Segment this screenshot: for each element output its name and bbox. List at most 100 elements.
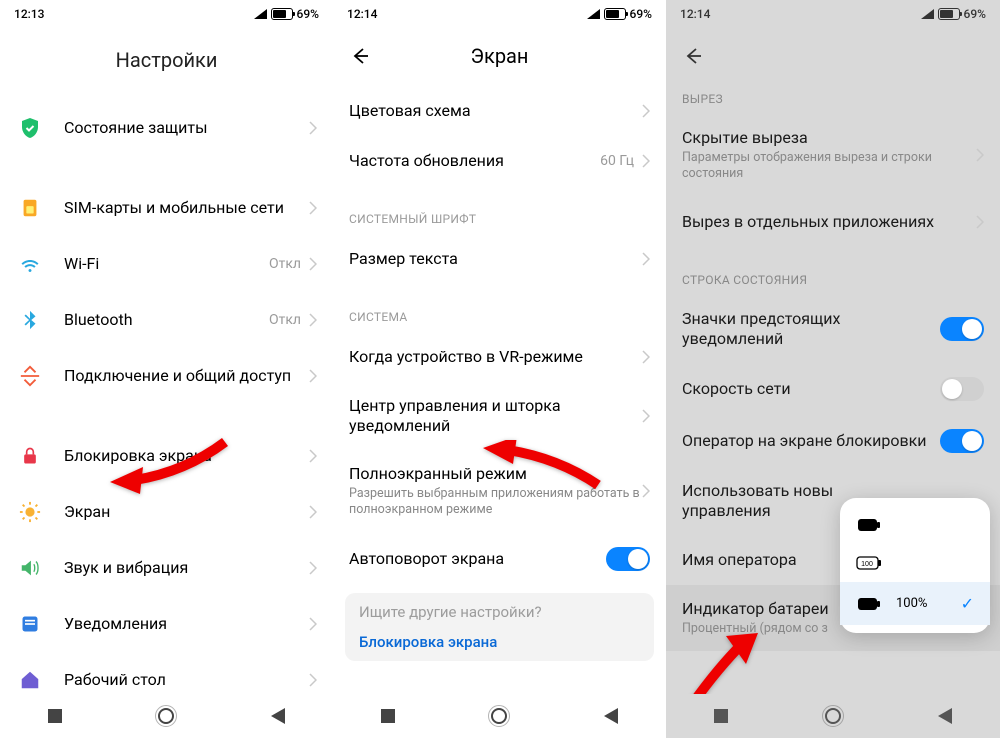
lock-icon bbox=[16, 442, 44, 470]
chevron-icon bbox=[309, 617, 317, 631]
battery-percent: 69% bbox=[297, 7, 319, 21]
battery-solid-icon bbox=[856, 518, 882, 532]
search-other-settings[interactable]: Ищите другие настройки? Блокировка экран… bbox=[345, 593, 654, 661]
page-title: Настройки bbox=[0, 28, 333, 100]
nav-back-icon[interactable] bbox=[271, 708, 285, 724]
nav-home-icon[interactable] bbox=[825, 708, 841, 724]
row-display[interactable]: Экран bbox=[0, 484, 333, 540]
nav-bar bbox=[666, 694, 1000, 738]
chevron-icon bbox=[642, 154, 650, 168]
row-sublabel: Разрешить выбранным приложениям работать… bbox=[349, 486, 642, 519]
row-fullscreen[interactable]: Полноэкранный режим Разрешить выбранным … bbox=[333, 450, 666, 533]
row-refresh-rate[interactable]: Частота обновления 60 Гц bbox=[333, 136, 666, 186]
section-header-font: СИСТЕМНЫЙ ШРИФТ bbox=[333, 186, 666, 234]
nav-recents-icon[interactable] bbox=[381, 709, 395, 723]
popup-option-label: 100% bbox=[896, 596, 927, 611]
nav-bar bbox=[0, 694, 333, 738]
popup-option-inside[interactable]: 100 bbox=[840, 544, 990, 582]
row-label: Скорость сети bbox=[682, 379, 940, 399]
check-icon: ✓ bbox=[961, 594, 974, 613]
row-label: Оператор на экране блокировки bbox=[682, 431, 940, 451]
row-label: Автоповорот экрана bbox=[349, 549, 606, 569]
chevron-icon bbox=[309, 673, 317, 687]
row-label: Блокировка экрана bbox=[64, 446, 309, 466]
row-control-center[interactable]: Центр управления и шторка уведомлений bbox=[333, 382, 666, 450]
row-label: Когда устройство в VR-режиме bbox=[349, 347, 642, 367]
nav-back-icon[interactable] bbox=[604, 708, 618, 724]
chevron-icon bbox=[309, 369, 317, 383]
nav-home-icon[interactable] bbox=[491, 708, 507, 724]
search-result-link[interactable]: Блокировка экрана bbox=[359, 633, 640, 651]
row-label: Bluetooth bbox=[64, 310, 269, 330]
battery-percent: 69% bbox=[630, 7, 652, 21]
sun-icon bbox=[16, 498, 44, 526]
screen-settings: 12:13 69% Настройки Состояние защиты SIM… bbox=[0, 0, 333, 738]
row-label: Экран bbox=[64, 502, 309, 522]
row-color-scheme[interactable]: Цветовая схема bbox=[333, 86, 666, 136]
toggle-network-speed[interactable] bbox=[940, 377, 984, 401]
chevron-icon bbox=[309, 449, 317, 463]
toggle-carrier-lock[interactable] bbox=[940, 429, 984, 453]
row-label: Значки предстоящих уведомлений bbox=[682, 309, 940, 349]
nav-back-icon[interactable] bbox=[938, 708, 952, 724]
nav-home-icon[interactable] bbox=[158, 708, 174, 724]
sound-icon bbox=[16, 554, 44, 582]
row-label: Подключение и общий доступ bbox=[64, 366, 309, 386]
battery-icon bbox=[604, 8, 626, 20]
status-time: 12:13 bbox=[14, 7, 44, 21]
row-security-status[interactable]: Состояние защиты bbox=[0, 100, 333, 156]
row-label: Звук и вибрация bbox=[64, 558, 309, 578]
row-sim[interactable]: SIM-карты и мобильные сети bbox=[0, 180, 333, 236]
row-sound[interactable]: Звук и вибрация bbox=[0, 540, 333, 596]
settings-list: Состояние защиты SIM-карты и мобильные с… bbox=[0, 100, 333, 738]
row-label: Размер текста bbox=[349, 249, 642, 269]
sim-icon bbox=[16, 194, 44, 222]
row-hide-cutout[interactable]: Скрытие выреза Параметры отображения выр… bbox=[666, 114, 1000, 197]
back-button[interactable] bbox=[680, 44, 704, 68]
battery-icon bbox=[271, 8, 293, 20]
popup-option-graphic[interactable] bbox=[840, 506, 990, 544]
home-icon bbox=[16, 666, 44, 694]
row-sublabel: Параметры отображения выреза и строки со… bbox=[682, 150, 976, 183]
nav-recents-icon[interactable] bbox=[48, 709, 62, 723]
row-label: Wi-Fi bbox=[64, 254, 269, 274]
chevron-icon bbox=[309, 313, 317, 327]
row-wifi[interactable]: Wi-Fi Откл bbox=[0, 236, 333, 292]
battery-icon bbox=[938, 8, 960, 20]
title-bar: Экран bbox=[333, 28, 666, 86]
row-label: Центр управления и шторка уведомлений bbox=[349, 396, 642, 436]
toggle-autorotate[interactable] bbox=[606, 547, 650, 571]
row-carrier-on-lock[interactable]: Оператор на экране блокировки bbox=[666, 415, 1000, 467]
row-lock-screen[interactable]: Блокировка экрана bbox=[0, 428, 333, 484]
row-label: SIM-карты и мобильные сети bbox=[64, 198, 309, 218]
row-label: Цветовая схема bbox=[349, 101, 642, 121]
chevron-icon bbox=[642, 350, 650, 364]
svg-text:100: 100 bbox=[861, 561, 873, 568]
battery-percent: 69% bbox=[964, 7, 986, 21]
battery-solid-icon bbox=[856, 597, 882, 611]
row-notification-icons[interactable]: Значки предстоящих уведомлений bbox=[666, 295, 1000, 363]
row-value: 60 Гц bbox=[600, 153, 634, 169]
row-connection-sharing[interactable]: Подключение и общий доступ bbox=[0, 348, 333, 404]
title-bar bbox=[666, 28, 1000, 86]
row-text-size[interactable]: Размер текста bbox=[333, 234, 666, 284]
row-label: Уведомления bbox=[64, 614, 309, 634]
row-bluetooth[interactable]: Bluetooth Откл bbox=[0, 292, 333, 348]
row-label: Частота обновления bbox=[349, 151, 600, 171]
row-autorotate[interactable]: Автоповорот экрана bbox=[333, 533, 666, 585]
shield-check-icon bbox=[16, 114, 44, 142]
signal-icon bbox=[253, 9, 267, 19]
row-vr-mode[interactable]: Когда устройство в VR-режиме bbox=[333, 332, 666, 382]
chevron-icon bbox=[642, 484, 650, 498]
share-icon bbox=[16, 362, 44, 390]
row-value: Откл bbox=[269, 312, 301, 328]
chevron-icon bbox=[642, 104, 650, 118]
popup-option-percent[interactable]: 100% ✓ bbox=[840, 582, 990, 625]
row-notifications[interactable]: Уведомления bbox=[0, 596, 333, 652]
toggle-notification-icons[interactable] bbox=[940, 317, 984, 341]
battery-100-icon: 100 bbox=[856, 556, 882, 570]
status-time: 12:14 bbox=[347, 7, 377, 21]
row-cutout-apps[interactable]: Вырез в отдельных приложениях bbox=[666, 197, 1000, 247]
nav-recents-icon[interactable] bbox=[714, 709, 728, 723]
row-network-speed[interactable]: Скорость сети bbox=[666, 363, 1000, 415]
